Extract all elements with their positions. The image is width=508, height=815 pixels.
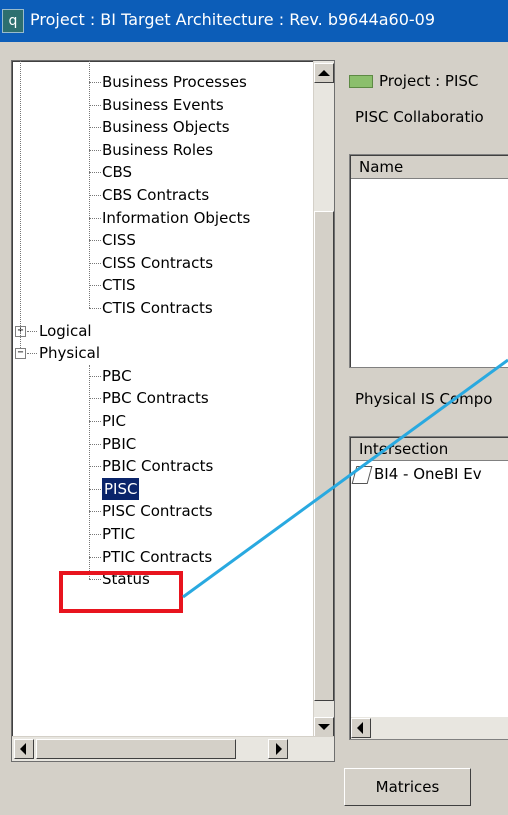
connector-overlay xyxy=(182,358,508,599)
connector-line xyxy=(182,358,508,599)
